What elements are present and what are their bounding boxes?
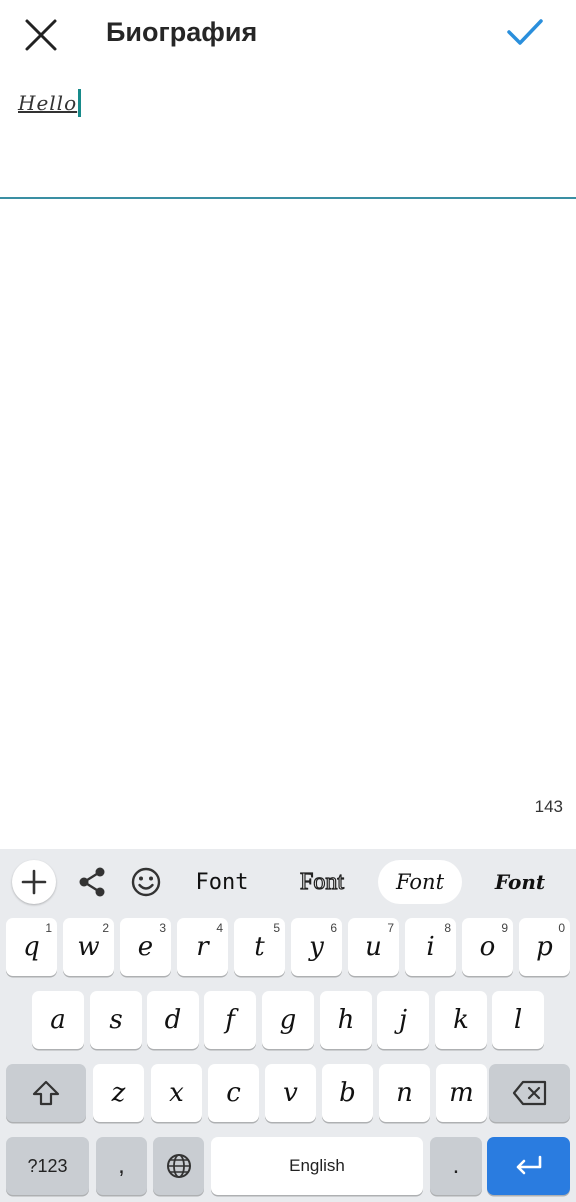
comma-key[interactable]: , xyxy=(96,1137,147,1195)
key-t[interactable]: t5 xyxy=(234,918,285,976)
font-option-script-bold[interactable]: Font xyxy=(484,860,556,904)
key-w[interactable]: w2 xyxy=(63,918,114,976)
confirm-button[interactable] xyxy=(498,8,552,56)
share-icon xyxy=(79,867,105,897)
key-n[interactable]: n xyxy=(379,1064,430,1122)
add-button[interactable] xyxy=(12,860,56,904)
input-underline xyxy=(0,197,576,199)
emoji-button[interactable] xyxy=(126,862,166,902)
key-h[interactable]: h xyxy=(320,991,372,1049)
key-y[interactable]: y6 xyxy=(291,918,342,976)
globe-icon xyxy=(166,1154,191,1178)
key-d[interactable]: d xyxy=(147,991,199,1049)
language-key[interactable] xyxy=(153,1137,204,1195)
text-caret xyxy=(78,89,82,117)
character-counter: 143 xyxy=(534,797,563,816)
key-c[interactable]: c xyxy=(208,1064,259,1122)
top-bar: Биография xyxy=(0,0,576,66)
check-icon xyxy=(507,19,543,45)
page-title: Биография xyxy=(106,17,258,47)
enter-icon xyxy=(516,1155,541,1175)
key-m[interactable]: m xyxy=(436,1064,487,1122)
key-j[interactable]: j xyxy=(377,991,429,1049)
key-e[interactable]: e3 xyxy=(120,918,171,976)
key-x[interactable]: x xyxy=(151,1064,202,1122)
plus-icon xyxy=(21,869,47,895)
backspace-icon xyxy=(512,1080,546,1106)
close-icon xyxy=(25,19,57,51)
share-button[interactable] xyxy=(72,862,112,902)
close-button[interactable] xyxy=(18,12,64,58)
key-o[interactable]: o9 xyxy=(462,918,513,976)
key-q[interactable]: q1 xyxy=(6,918,57,976)
key-u[interactable]: u7 xyxy=(348,918,399,976)
key-i[interactable]: i8 xyxy=(405,918,456,976)
key-k[interactable]: k xyxy=(435,991,487,1049)
key-p[interactable]: p0 xyxy=(519,918,570,976)
backspace-key[interactable] xyxy=(489,1064,570,1122)
key-g[interactable]: g xyxy=(262,991,314,1049)
font-option-mono[interactable]: Font xyxy=(186,860,258,904)
shift-icon xyxy=(32,1080,60,1106)
key-a[interactable]: a xyxy=(32,991,84,1049)
keyboard: Font Font Font Font q1 w2 e3 r4 t5 y6 u7… xyxy=(0,849,576,1202)
enter-key[interactable] xyxy=(487,1137,570,1195)
space-key[interactable]: English xyxy=(211,1137,423,1195)
key-f[interactable]: f xyxy=(204,991,256,1049)
key-b[interactable]: b xyxy=(322,1064,373,1122)
key-v[interactable]: v xyxy=(265,1064,316,1122)
bio-text: Hello xyxy=(18,91,78,115)
period-key[interactable]: . xyxy=(430,1137,482,1195)
key-r[interactable]: r4 xyxy=(177,918,228,976)
key-l[interactable]: l xyxy=(492,991,544,1049)
emoji-icon xyxy=(131,867,161,897)
font-option-script-selected[interactable]: Font xyxy=(378,860,462,904)
font-option-outline[interactable]: Font xyxy=(286,860,358,904)
symbols-key[interactable]: ?123 xyxy=(6,1137,89,1195)
key-z[interactable]: z xyxy=(93,1064,144,1122)
shift-key[interactable] xyxy=(6,1064,86,1122)
bio-input[interactable]: Hello xyxy=(0,66,576,198)
keyboard-toolbar: Font Font Font Font xyxy=(0,849,576,915)
key-s[interactable]: s xyxy=(90,991,142,1049)
